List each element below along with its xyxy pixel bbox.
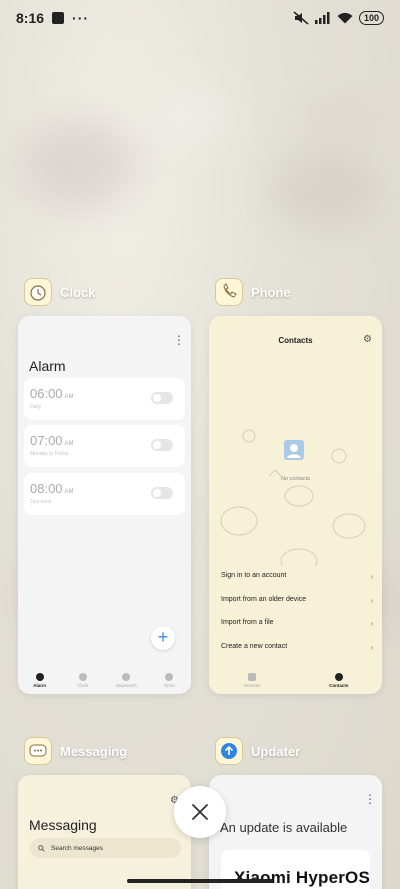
chevron-right-icon: ›: [370, 596, 373, 605]
doodle-illustration: [220, 429, 366, 566]
menu-item-import-device: Import from an older device ›: [221, 596, 373, 605]
tab-contacts: Contacts: [309, 673, 369, 688]
alarm-repeat: Daily: [30, 404, 42, 410]
close-icon: [192, 804, 208, 820]
app-header-updater[interactable]: Updater: [215, 737, 300, 765]
alarm-repeat: Monday to Friday: [30, 451, 69, 457]
contact-avatar-icon: [284, 440, 304, 460]
stopwatch-tab-icon: [122, 673, 131, 681]
mute-icon: [293, 11, 309, 25]
app-name-updater: Updater: [251, 743, 301, 759]
phone-tab-bar: Recents Contacts: [209, 673, 382, 688]
kebab-icon: ⋮: [364, 792, 376, 806]
contacts-tab-icon: [334, 673, 343, 681]
chevron-right-icon: ›: [370, 572, 373, 581]
clock-tab-bar: Alarm Clock Stopwatch Timer: [18, 673, 191, 688]
kebab-icon: ⋮: [173, 333, 185, 347]
brand-watermark: Xiaomi HyperOS: [234, 868, 371, 887]
recent-card-messaging[interactable]: ⚙ Messaging Search messages: [18, 775, 191, 889]
update-title: An update is available: [220, 820, 348, 835]
alarm-repeat: Just once: [30, 499, 52, 505]
recent-card-clock[interactable]: ⋮ Alarm 06:00 AM Daily 07:00 AM Monday to …: [18, 316, 191, 694]
alarm-item: 06:00 AM Daily: [24, 378, 185, 420]
status-bar: 8:16 ··· 100: [0, 0, 400, 36]
add-alarm-icon: +: [151, 626, 175, 650]
chevron-right-icon: ›: [370, 619, 373, 628]
app-name-messaging: Messaging: [60, 743, 128, 759]
contacts-title: Contacts: [278, 336, 313, 345]
settings-gear-icon: ⚙: [363, 334, 372, 345]
empty-state-text: No contacts: [280, 476, 311, 482]
signal-icon: [314, 12, 330, 24]
tab-clock: Clock: [63, 673, 103, 688]
tab-recents: Recents: [222, 673, 282, 688]
timer-tab-icon: [165, 673, 174, 681]
messaging-title: Messaging: [29, 817, 97, 833]
app-header-clock[interactable]: Clock: [24, 278, 95, 306]
battery-icon: 100: [358, 11, 384, 25]
clock-tab-icon: [78, 673, 87, 681]
app-name-phone: Phone: [251, 284, 291, 300]
menu-item-import-file: Import from a file ›: [221, 619, 373, 628]
tab-timer: Timer: [149, 673, 189, 688]
app-header-messaging[interactable]: Messaging: [24, 737, 127, 765]
alarm-time: 08:00 AM: [30, 481, 74, 496]
gesture-home-bar[interactable]: [127, 879, 273, 883]
alarm-time: 06:00 AM: [30, 386, 74, 401]
alarm-time: 07:00 AM: [30, 433, 74, 448]
alarm-toggle: [151, 439, 173, 451]
notification-icon: [52, 12, 65, 24]
messaging-app-icon: [24, 737, 52, 765]
tab-alarm: Alarm: [20, 673, 60, 688]
status-time: 8:16: [16, 10, 45, 26]
search-messages-field: Search messages: [30, 838, 181, 858]
updater-app-icon: [215, 737, 243, 765]
alarm-toggle: [151, 487, 173, 499]
chevron-right-icon: ›: [370, 643, 373, 652]
clock-app-icon: [24, 278, 52, 306]
wifi-icon: [337, 12, 353, 24]
app-name-clock: Clock: [60, 284, 96, 300]
alarm-item: 07:00 AM Monday to Friday: [24, 425, 185, 467]
more-notifications-icon: ···: [72, 10, 90, 26]
recent-card-phone[interactable]: Contacts ⚙ No contacts Sign in to an acc…: [209, 316, 382, 694]
alarm-tab-icon: [35, 673, 44, 681]
recents-tab-icon: [248, 673, 257, 681]
clear-all-button[interactable]: [174, 786, 226, 838]
phone-app-icon: [215, 278, 243, 306]
menu-item-sign-in: Sign in to an account ›: [221, 572, 373, 581]
alarm-toggle: [151, 392, 173, 404]
search-icon: [38, 844, 45, 852]
clock-title: Alarm: [29, 358, 66, 374]
app-header-phone[interactable]: Phone: [215, 278, 291, 306]
tab-stopwatch: Stopwatch: [106, 673, 146, 688]
menu-item-create-contact: Create a new contact ›: [221, 643, 373, 652]
alarm-item: 08:00 AM Just once: [24, 473, 185, 515]
